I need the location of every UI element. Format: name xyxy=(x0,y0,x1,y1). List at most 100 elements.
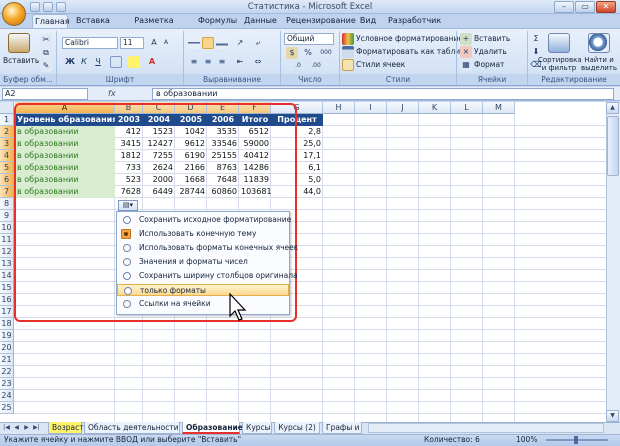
delete-cells-button[interactable]: Удалить xyxy=(474,46,507,58)
name-box[interactable]: A2 xyxy=(2,88,88,100)
row-header[interactable]: 5 xyxy=(0,162,14,174)
select-all-corner[interactable] xyxy=(0,102,14,114)
align-bottom-icon[interactable] xyxy=(216,37,228,49)
row-header[interactable]: 1 xyxy=(0,114,14,126)
font-color-icon[interactable]: A xyxy=(146,56,158,68)
shrink-font-icon[interactable]: A xyxy=(160,37,172,49)
sort-filter-label-2[interactable]: и фильтр xyxy=(538,62,580,74)
delete-cells-icon[interactable]: × xyxy=(460,46,472,58)
cell-styles-button[interactable]: Стили ячеек xyxy=(356,59,405,71)
row-header[interactable]: 4 xyxy=(0,150,14,162)
sheet-tab-field[interactable]: Область деятельности xyxy=(84,422,180,434)
format-painter-icon[interactable]: ✎ xyxy=(40,60,52,72)
scroll-down-button[interactable]: ▼ xyxy=(606,410,619,422)
undo-icon[interactable] xyxy=(43,2,53,12)
percent-button[interactable]: % xyxy=(302,47,314,59)
row-header[interactable]: 15 xyxy=(0,282,14,294)
row-header[interactable]: 19 xyxy=(0,330,14,342)
find-select-icon[interactable] xyxy=(588,33,610,53)
row-header[interactable]: 20 xyxy=(0,342,14,354)
sheet-tab-courses-2[interactable]: Курсы (2) xyxy=(274,422,320,434)
tab-data[interactable]: Данные xyxy=(242,14,278,28)
currency-icon[interactable]: $ xyxy=(286,47,298,59)
row-header[interactable]: 18 xyxy=(0,318,14,330)
format-as-table-icon[interactable] xyxy=(342,46,354,58)
prev-sheet-icon[interactable]: ◀ xyxy=(12,423,21,433)
wrap-text-icon[interactable]: ⤶ xyxy=(252,37,264,49)
row-header[interactable]: 16 xyxy=(0,294,14,306)
tab-view[interactable]: Вид xyxy=(356,14,380,28)
first-sheet-icon[interactable]: |◀ xyxy=(2,423,11,433)
sheet-tab-age[interactable]: Возраст xyxy=(48,422,84,434)
close-button[interactable]: ✕ xyxy=(596,1,616,13)
row-header[interactable]: 13 xyxy=(0,258,14,270)
paste-menu-item[interactable]: Сохранить исходное форматирование xyxy=(117,214,291,226)
align-right-icon[interactable]: ≡ xyxy=(216,56,228,68)
align-left-icon[interactable]: ≡ xyxy=(188,56,200,68)
paste-menu-item[interactable]: Значения и форматы чисел xyxy=(117,256,289,268)
increase-decimal-icon[interactable]: .0 xyxy=(292,60,304,72)
copy-icon[interactable]: ⧉ xyxy=(40,47,52,59)
column-header[interactable]: J xyxy=(387,102,419,114)
row-header[interactable]: 3 xyxy=(0,138,14,150)
fill-color-icon[interactable] xyxy=(128,56,140,68)
formula-input[interactable]: в образовании xyxy=(152,88,614,100)
redo-icon[interactable] xyxy=(56,2,66,12)
maximize-button[interactable]: ▭ xyxy=(575,1,595,13)
tab-formulas[interactable]: Формулы xyxy=(196,14,237,28)
underline-button[interactable]: Ч xyxy=(92,56,104,68)
minimize-button[interactable]: – xyxy=(554,1,574,13)
row-header[interactable]: 6 xyxy=(0,174,14,186)
column-header[interactable]: L xyxy=(451,102,483,114)
zoom-level[interactable]: 100% xyxy=(516,434,537,446)
find-select-label-2[interactable]: выделить xyxy=(580,62,618,74)
bold-button[interactable]: Ж xyxy=(64,56,76,68)
tab-review[interactable]: Рецензирование xyxy=(284,14,356,28)
scroll-thumb[interactable] xyxy=(607,116,619,176)
number-format-select[interactable]: Общий xyxy=(284,33,334,45)
orientation-icon[interactable]: ↗ xyxy=(234,37,246,49)
tab-developer[interactable]: Разработчик xyxy=(386,14,442,28)
borders-icon[interactable] xyxy=(110,56,122,68)
row-header[interactable]: 25 xyxy=(0,402,14,414)
font-name-select[interactable]: Calibri xyxy=(62,37,118,49)
decrease-decimal-icon[interactable]: .00 xyxy=(310,60,322,72)
sort-filter-icon[interactable] xyxy=(548,33,570,53)
sheet-tab-graphs[interactable]: Графы и xyxy=(322,422,362,434)
row-header[interactable]: 17 xyxy=(0,306,14,318)
align-center-icon[interactable]: ≡ xyxy=(202,56,214,68)
merge-center-icon[interactable]: ⇔ xyxy=(252,56,264,68)
grow-font-icon[interactable]: A xyxy=(148,37,160,49)
row-header[interactable]: 10 xyxy=(0,222,14,234)
tab-home[interactable]: Главная xyxy=(32,14,70,28)
align-middle-icon[interactable] xyxy=(202,37,214,49)
sheet-tab-courses[interactable]: Курсы xyxy=(242,422,272,434)
paste-menu-item[interactable]: Ссылки на ячейки xyxy=(117,298,289,310)
row-header[interactable]: 11 xyxy=(0,234,14,246)
insert-function-button[interactable]: fx xyxy=(108,88,148,100)
paste-menu-item[interactable]: Использовать конечную тему xyxy=(117,228,289,240)
sheet-tab-education[interactable]: Образование xyxy=(182,422,243,434)
format-cells-icon[interactable]: ▦ xyxy=(460,59,472,71)
insert-cells-button[interactable]: Вставить xyxy=(474,33,510,45)
conditional-format-icon[interactable] xyxy=(342,33,354,45)
row-header[interactable]: 22 xyxy=(0,366,14,378)
paste-menu-item[interactable]: Сохранить ширину столбцов оригинала xyxy=(117,270,298,282)
tab-page-layout[interactable]: Разметка страницы xyxy=(116,14,192,39)
paste-button-label[interactable]: Вставить xyxy=(3,55,39,67)
cell-styles-icon[interactable] xyxy=(342,59,354,71)
paste-menu-item[interactable]: только форматы xyxy=(117,284,289,296)
save-icon[interactable] xyxy=(30,2,40,12)
row-header[interactable]: 8 xyxy=(0,198,14,210)
row-header[interactable]: 12 xyxy=(0,246,14,258)
paste-options-button[interactable]: ▤▾ xyxy=(118,200,138,211)
last-sheet-icon[interactable]: ▶| xyxy=(32,423,41,433)
row-header[interactable]: 9 xyxy=(0,210,14,222)
thousands-button[interactable]: 000 xyxy=(318,47,334,59)
italic-button[interactable]: К xyxy=(78,56,90,68)
autosum-icon[interactable]: Σ xyxy=(530,33,542,45)
row-header[interactable]: 14 xyxy=(0,270,14,282)
paste-menu-item[interactable]: Использовать форматы конечных ячеек xyxy=(117,242,298,254)
column-header[interactable]: I xyxy=(355,102,387,114)
row-header[interactable]: 7 xyxy=(0,186,14,198)
